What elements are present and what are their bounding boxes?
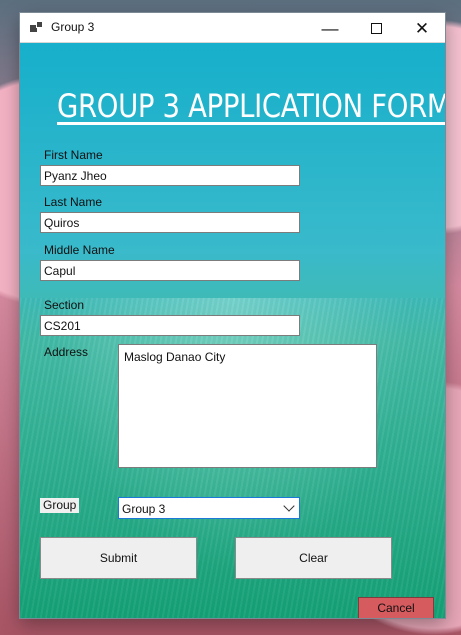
app-window-icon (30, 21, 43, 34)
minimize-icon: — (321, 18, 339, 38)
chevron-down-icon (283, 500, 295, 512)
last-name-label: Last Name (44, 195, 103, 209)
group-select[interactable]: Group 3 (118, 497, 300, 519)
cancel-button[interactable]: Cancel (358, 597, 434, 618)
group-label: Group (40, 498, 79, 513)
submit-button[interactable]: Submit (40, 537, 197, 579)
maximize-icon (370, 22, 382, 34)
close-icon: ✕ (414, 18, 430, 38)
middle-name-field[interactable] (40, 260, 300, 281)
close-button[interactable]: ✕ (399, 13, 445, 43)
page-title: GROUP 3 APPLICATION FORM (57, 87, 445, 125)
minimize-button[interactable]: — (307, 13, 353, 43)
window-title: Group 3 (51, 20, 95, 34)
first-name-field[interactable] (40, 165, 300, 186)
section-field[interactable] (40, 315, 300, 336)
window-titlebar: Group 3 — ✕ (20, 13, 445, 43)
group-selected-value: Group 3 (122, 502, 166, 516)
middle-name-label: Middle Name (44, 243, 115, 257)
address-field[interactable]: Maslog Danao City (118, 344, 377, 468)
application-window: Group 3 — ✕ GROUP 3 APPLICATION FORM Fir… (20, 13, 445, 618)
clear-button[interactable]: Clear (235, 537, 392, 579)
maximize-button[interactable] (353, 13, 399, 43)
first-name-label: First Name (44, 148, 103, 162)
section-label: Section (44, 298, 85, 312)
form-client-area: GROUP 3 APPLICATION FORM First Name Last… (20, 43, 445, 618)
address-label: Address (44, 345, 89, 359)
last-name-field[interactable] (40, 212, 300, 233)
